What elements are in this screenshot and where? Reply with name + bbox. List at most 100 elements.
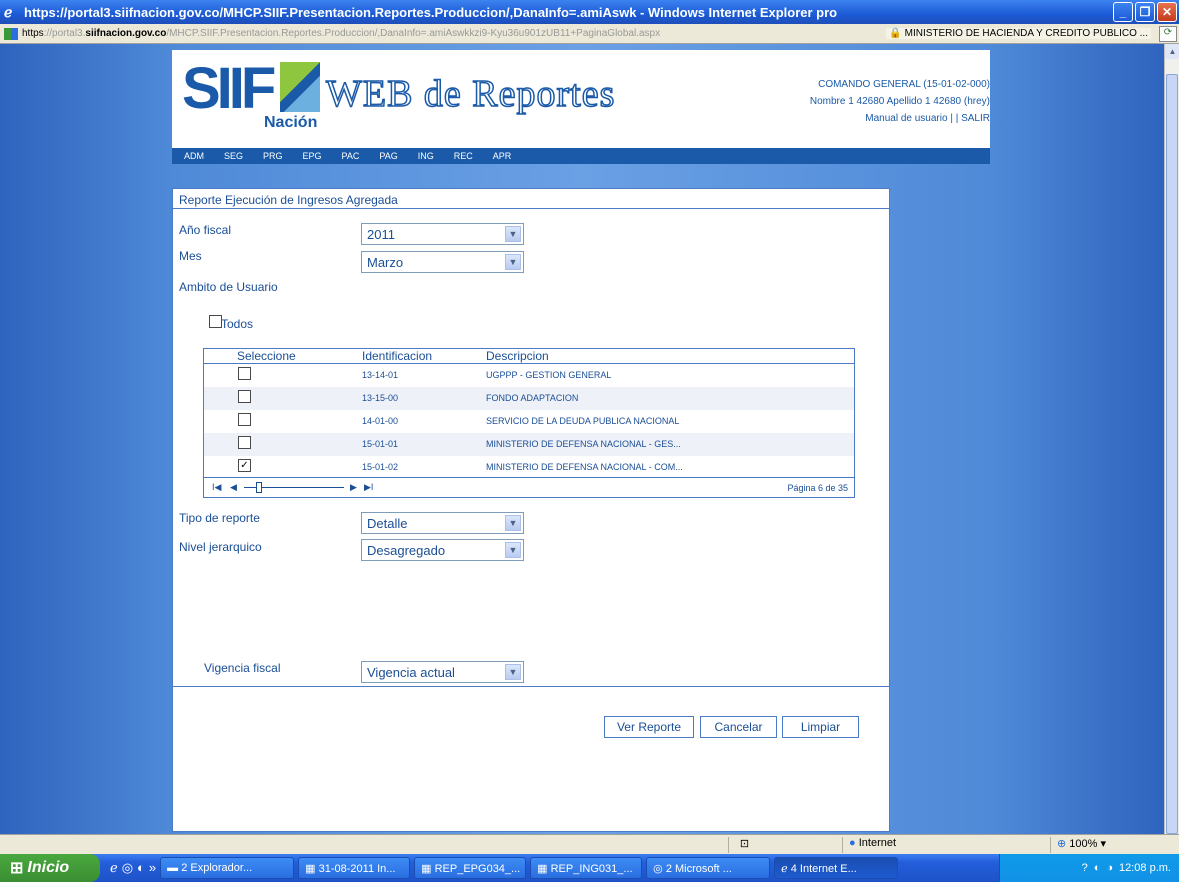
row-desc: FONDO ADAPTACION bbox=[486, 393, 579, 403]
menu-adm[interactable]: ADM bbox=[184, 151, 204, 161]
url-sep: ://portal3. bbox=[43, 28, 86, 39]
row-checkbox[interactable] bbox=[238, 367, 251, 380]
row-checkbox[interactable] bbox=[238, 413, 251, 426]
table-row: 15-01-01 MINISTERIO DE DEFENSA NACIONAL … bbox=[204, 433, 854, 456]
page-slider-handle[interactable] bbox=[256, 482, 262, 493]
row-checkbox-checked[interactable]: ✓ bbox=[238, 459, 251, 472]
anio-label: Año fiscal bbox=[179, 223, 232, 237]
row-checkbox[interactable] bbox=[238, 436, 251, 449]
col-descripcion: Descripcion bbox=[486, 349, 549, 363]
chevron-down-icon: ▼ bbox=[505, 664, 521, 680]
menu-pac[interactable]: PAC bbox=[342, 151, 360, 161]
table-row: 14-01-00 SERVICIO DE LA DEUDA PUBLICA NA… bbox=[204, 410, 854, 433]
refresh-icon[interactable]: ⟳ bbox=[1159, 25, 1177, 42]
nivel-value: Desagregado bbox=[367, 543, 446, 558]
col-identificacion: Identificacion bbox=[362, 349, 433, 363]
window-titlebar: ℯ https://portal3.siifnacion.gov.co/MHCP… bbox=[0, 0, 1179, 24]
row-desc: MINISTERIO DE DEFENSA NACIONAL - COM... bbox=[486, 462, 683, 472]
org-name: COMANDO GENERAL (15-01-02-000) bbox=[818, 79, 990, 90]
zone-indicator: ● Internet bbox=[842, 837, 972, 853]
table-row: 13-15-00 FONDO ADAPTACION bbox=[204, 387, 854, 410]
next-page-icon[interactable]: ▶ bbox=[350, 482, 357, 493]
tipo-label: Tipo de reporte bbox=[179, 511, 260, 525]
menu-prg[interactable]: PRG bbox=[263, 151, 283, 161]
limpiar-button[interactable]: Limpiar bbox=[782, 716, 859, 738]
mes-label: Mes bbox=[179, 249, 202, 263]
clock: 12:08 p.m. bbox=[1119, 862, 1171, 874]
window-scrollbar[interactable]: ▲ bbox=[1164, 44, 1179, 834]
row-id: 13-15-00 bbox=[362, 393, 399, 403]
page-icon bbox=[4, 27, 18, 40]
certificate-label: MINISTERIO DE HACIENDA Y CREDITO PUBLICO… bbox=[904, 28, 1148, 39]
magnifier-icon: ⊕ bbox=[1057, 838, 1067, 850]
salir-link[interactable]: SALIR bbox=[961, 113, 990, 124]
taskbar-item-excel-2[interactable]: ▦ REP_EPG034_... bbox=[414, 857, 527, 879]
maximize-button[interactable]: ❐ bbox=[1135, 2, 1155, 22]
zoom-control[interactable]: ⊕ 100% ▾ bbox=[1050, 837, 1178, 853]
menu-rec[interactable]: REC bbox=[454, 151, 473, 161]
menu-seg[interactable]: SEG bbox=[224, 151, 243, 161]
first-page-icon[interactable]: I◀ bbox=[212, 482, 221, 493]
minimize-button[interactable]: _ bbox=[1113, 2, 1133, 22]
quicklaunch-more-icon[interactable]: » bbox=[149, 860, 156, 876]
network-icon[interactable]: ◐ bbox=[1094, 862, 1101, 874]
quick-launch: ℯ ◎ ◐ » bbox=[110, 860, 156, 876]
volume-icon[interactable]: ◑ bbox=[1106, 862, 1113, 874]
close-button[interactable]: ✕ bbox=[1157, 2, 1177, 22]
scroll-thumb[interactable] bbox=[1166, 74, 1178, 834]
nivel-select[interactable]: Desagregado ▼ bbox=[361, 539, 524, 561]
taskbar-label: 2 Explorador... bbox=[181, 862, 253, 874]
zoom-label: 100% bbox=[1069, 838, 1098, 850]
taskbar-item-microsoft[interactable]: ◎ 2 Microsoft ... bbox=[646, 857, 771, 879]
tipo-select[interactable]: Detalle ▼ bbox=[361, 512, 524, 534]
help-icon[interactable]: ? bbox=[1082, 862, 1088, 874]
outlook-quicklaunch-icon[interactable]: ◎ bbox=[122, 860, 133, 876]
system-tray: ? ◐ ◑ 12:08 p.m. bbox=[999, 854, 1179, 882]
table-row: 13-14-01 UGPPP - GESTION GENERAL bbox=[204, 364, 854, 387]
taskbar-item-explorer[interactable]: ▬ 2 Explorador... bbox=[160, 857, 295, 879]
grid-header: Seleccione Identificacion Descripcion bbox=[204, 349, 854, 364]
ie-icon: ℯ bbox=[781, 863, 788, 875]
chevron-down-icon: ▼ bbox=[505, 515, 521, 531]
mes-select[interactable]: Marzo ▼ bbox=[361, 251, 524, 273]
last-page-icon[interactable]: ▶I bbox=[364, 482, 373, 493]
row-desc: UGPPP - GESTION GENERAL bbox=[486, 370, 612, 380]
start-button[interactable]: ⊞ Inicio bbox=[0, 854, 100, 882]
status-bar: ⊡ ● Internet ⊕ 100% ▾ bbox=[0, 834, 1179, 854]
zone-label: Internet bbox=[858, 837, 897, 849]
certificate-badge[interactable]: 🔒 MINISTERIO DE HACIENDA Y CREDITO PUBLI… bbox=[886, 28, 1151, 39]
windows-logo-icon: ⊞ bbox=[10, 860, 24, 877]
prev-page-icon[interactable]: ◀ bbox=[230, 482, 237, 493]
menu-ing[interactable]: ING bbox=[418, 151, 434, 161]
taskbar-item-excel-1[interactable]: ▦ 31-08-2011 In... bbox=[298, 857, 411, 879]
chevron-down-icon: ▼ bbox=[505, 226, 521, 242]
firefox-quicklaunch-icon[interactable]: ◐ bbox=[137, 860, 145, 876]
vigencia-select[interactable]: Vigencia actual ▼ bbox=[361, 661, 524, 683]
menu-pag[interactable]: PAG bbox=[379, 151, 397, 161]
address-bar[interactable]: https://portal3. siifnacion.gov.co/MHCP.S… bbox=[0, 24, 1179, 44]
row-checkbox[interactable] bbox=[238, 390, 251, 403]
site-header: SIIF Nación WEB de Reportes COMANDO GENE… bbox=[172, 50, 990, 164]
vigencia-value: Vigencia actual bbox=[367, 665, 455, 680]
lock-icon: 🔒 bbox=[889, 28, 902, 39]
menu-apr[interactable]: APR bbox=[493, 151, 512, 161]
chevron-down-icon: ▼ bbox=[505, 542, 521, 558]
page-indicator: Página 6 de 35 bbox=[787, 483, 848, 493]
mes-value: Marzo bbox=[367, 255, 404, 270]
vigencia-label: Vigencia fiscal bbox=[204, 661, 281, 675]
cancelar-button[interactable]: Cancelar bbox=[700, 716, 777, 738]
excel-icon: ▦ bbox=[421, 863, 432, 875]
taskbar-label: 4 Internet E... bbox=[790, 863, 857, 875]
globe-icon: ● bbox=[849, 837, 856, 849]
taskbar-item-internet-explorer[interactable]: ℯ 4 Internet E... bbox=[774, 857, 899, 879]
taskbar-item-excel-3[interactable]: ▦ REP_ING031_... bbox=[530, 857, 643, 879]
ver-reporte-button[interactable]: Ver Reporte bbox=[604, 716, 694, 738]
report-form: Reporte Ejecución de Ingresos Agregada A… bbox=[172, 188, 890, 832]
logo-nacion: Nación bbox=[264, 114, 318, 131]
ie-quicklaunch-icon[interactable]: ℯ bbox=[110, 860, 118, 876]
anio-select[interactable]: 2011 ▼ bbox=[361, 223, 524, 245]
tipo-value: Detalle bbox=[367, 516, 408, 531]
menu-epg[interactable]: EPG bbox=[303, 151, 322, 161]
manual-link[interactable]: Manual de usuario bbox=[865, 113, 947, 124]
scroll-up-icon[interactable]: ▲ bbox=[1165, 44, 1179, 59]
